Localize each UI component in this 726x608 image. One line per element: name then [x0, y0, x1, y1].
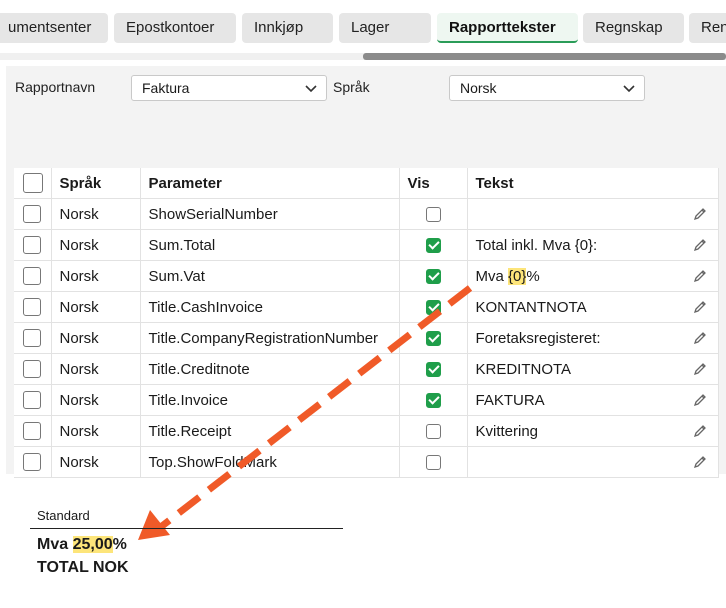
- report-preview: Standard Mva 25,00% TOTAL NOK: [30, 508, 343, 577]
- report-vat-suffix: %: [112, 536, 127, 553]
- report-vat-prefix: Mva: [37, 536, 73, 553]
- arrow-line: [159, 285, 473, 529]
- report-vat-line: Mva 25,00%: [30, 536, 343, 554]
- report-preview-header: Standard: [30, 508, 343, 529]
- report-vat-value: 25,00: [72, 536, 113, 553]
- report-total-line: TOTAL NOK: [37, 559, 129, 576]
